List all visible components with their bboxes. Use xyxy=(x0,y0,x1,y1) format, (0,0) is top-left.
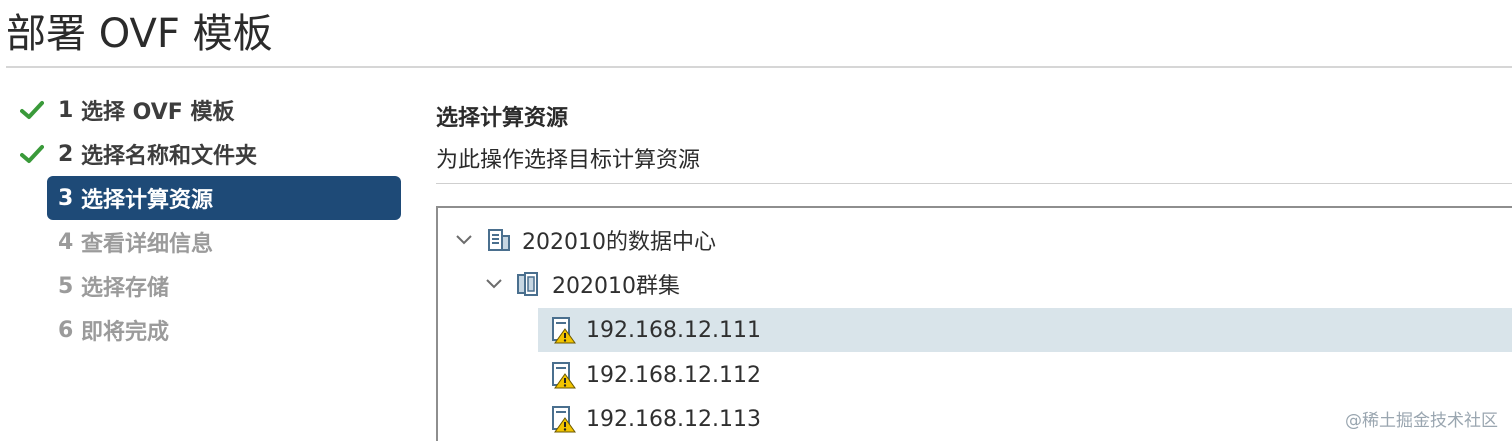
host-warning-icon xyxy=(550,316,576,344)
wizard-title: 部署 OVF 模板 xyxy=(6,11,273,57)
title-divider xyxy=(6,66,1512,68)
step-3[interactable]: 3 选择计算资源 xyxy=(47,176,401,220)
step-label: 选择计算资源 xyxy=(80,188,213,213)
tree-node-label: 192.168.12.113 xyxy=(586,406,761,432)
cluster-icon xyxy=(516,270,542,298)
step-label: 查看详细信息 xyxy=(80,232,213,257)
step-number: 3 xyxy=(58,185,74,211)
tree-node-label: 192.168.12.111 xyxy=(586,317,761,343)
step-5: 5 选择存储 xyxy=(18,264,403,308)
wizard-steps: 1 选择 OVF 模板 2 选择名称和文件夹 3 选择计算资源 4 查看详细信息… xyxy=(18,88,403,352)
chevron-down-icon[interactable] xyxy=(484,274,504,294)
deploy-ovf-wizard: 部署 OVF 模板 1 选择 OVF 模板 2 选择名称和文件夹 3 选择计算资… xyxy=(0,0,1512,441)
step-label: 选择名称和文件夹 xyxy=(80,144,257,169)
tree-node-label: 202010群集 xyxy=(552,274,680,299)
chevron-down-icon[interactable] xyxy=(454,230,474,250)
step-number: 5 xyxy=(58,273,74,299)
tree-node-host[interactable]: 192.168.12.111 xyxy=(538,308,1512,352)
host-warning-icon xyxy=(550,361,576,389)
step-number: 2 xyxy=(58,141,74,167)
content-title: 选择计算资源 xyxy=(436,106,569,131)
step-number: 1 xyxy=(58,97,74,123)
step-label: 即将完成 xyxy=(80,320,169,345)
tree-node-host[interactable]: 192.168.12.112 xyxy=(538,353,1512,397)
step-1[interactable]: 1 选择 OVF 模板 xyxy=(18,88,403,132)
step-2[interactable]: 2 选择名称和文件夹 xyxy=(18,132,403,176)
tree-node-label: 202010的数据中心 xyxy=(522,230,716,255)
host-warning-icon xyxy=(550,405,576,433)
tree-node-datacenter[interactable]: 202010的数据中心 xyxy=(438,218,1512,262)
step-number: 4 xyxy=(58,229,74,255)
check-icon xyxy=(18,142,46,166)
watermark: @稀土掘金技术社区 xyxy=(1345,411,1498,431)
check-icon xyxy=(18,98,46,122)
content-divider xyxy=(436,183,1512,184)
datacenter-icon xyxy=(486,226,512,254)
step-4: 4 查看详细信息 xyxy=(18,220,403,264)
tree-node-cluster[interactable]: 202010群集 xyxy=(438,262,1512,306)
content-subtitle: 为此操作选择目标计算资源 xyxy=(436,148,701,173)
step-6: 6 即将完成 xyxy=(18,308,403,352)
tree-node-label: 192.168.12.112 xyxy=(586,362,761,388)
step-number: 6 xyxy=(58,317,74,343)
step-label: 选择存储 xyxy=(80,276,169,301)
step-label: 选择 OVF 模板 xyxy=(80,100,235,125)
